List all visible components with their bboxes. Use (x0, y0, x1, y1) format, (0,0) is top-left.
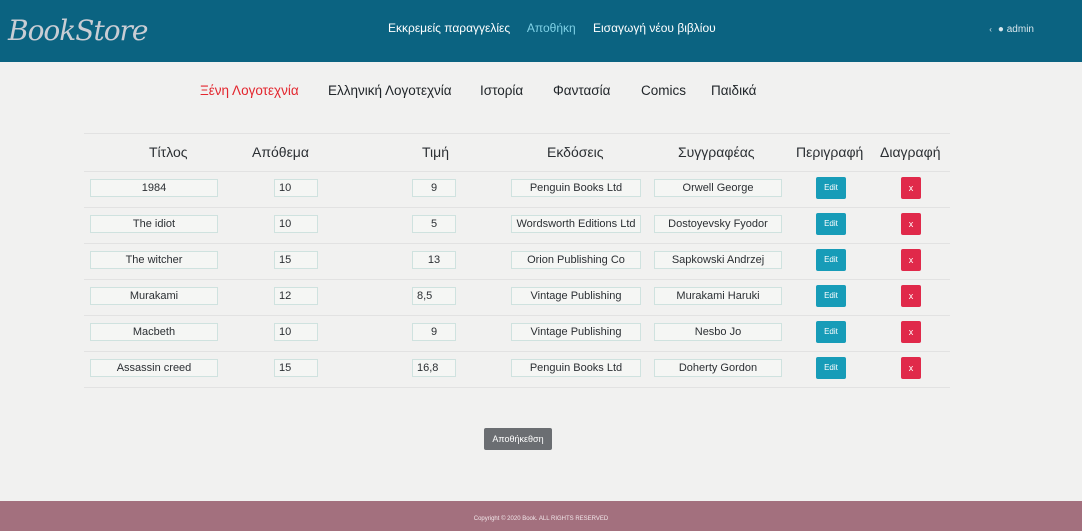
navbar: BookStore Εκκρεμείς παραγγελίες Αποθήκη … (0, 0, 1082, 62)
table-row: Assassin creed 15 16,8 Penguin Books Ltd… (84, 352, 950, 388)
category-children[interactable]: Παιδικά (711, 83, 756, 98)
title-input[interactable]: The witcher (90, 251, 218, 269)
publisher-input[interactable]: Vintage Publishing (511, 287, 641, 305)
stock-input[interactable]: 15 (274, 359, 318, 377)
author-input[interactable]: Sapkowski Andrzej (654, 251, 782, 269)
title-input[interactable]: Murakami (90, 287, 218, 305)
caret-left-icon: ‹ (989, 25, 992, 34)
title-input[interactable]: The idiot (90, 215, 218, 233)
edit-button[interactable]: Edit (816, 285, 846, 307)
table-header: Τίτλος Απόθεμα Τιμή Εκδόσεις Συγγραφέας … (84, 133, 950, 172)
publisher-input[interactable]: Penguin Books Ltd (511, 179, 641, 197)
price-input[interactable]: 16,8 (412, 359, 456, 377)
price-input[interactable]: 9 (412, 179, 456, 197)
books-table: Τίτλος Απόθεμα Τιμή Εκδόσεις Συγγραφέας … (84, 133, 950, 388)
title-input[interactable]: Macbeth (90, 323, 218, 341)
header-publisher: Εκδόσεις (547, 144, 604, 160)
save-button[interactable]: Αποθήκεθση (484, 428, 552, 450)
nav-link-pending-orders[interactable]: Εκκρεμείς παραγγελίες (388, 21, 510, 35)
edit-button[interactable]: Edit (816, 177, 846, 199)
category-history[interactable]: Ιστορία (480, 83, 523, 98)
publisher-input[interactable]: Wordsworth Editions Ltd (511, 215, 641, 233)
edit-button[interactable]: Edit (816, 321, 846, 343)
table-row: The idiot 10 5 Wordsworth Editions Ltd D… (84, 208, 950, 244)
delete-button[interactable]: x (901, 285, 921, 307)
price-input[interactable]: 13 (412, 251, 456, 269)
title-input[interactable]: Assassin creed (90, 359, 218, 377)
header-stock: Απόθεμα (252, 144, 309, 160)
copyright-text: Copyright © 2020 Book. ALL RIGHTS RESERV… (473, 516, 609, 522)
brand-logo[interactable]: BookStore (8, 14, 149, 47)
stock-input[interactable]: 10 (274, 179, 318, 197)
author-input[interactable]: Doherty Gordon (654, 359, 782, 377)
stock-input[interactable]: 10 (274, 215, 318, 233)
table-row: Murakami 12 8,5 Vintage Publishing Murak… (84, 280, 950, 316)
header-author: Συγγραφέας (678, 144, 755, 160)
header-description: Περιγραφή (796, 144, 864, 160)
category-fantasy[interactable]: Φαντασία (553, 83, 610, 98)
price-input[interactable]: 5 (412, 215, 456, 233)
nav-link-new-book[interactable]: Εισαγωγή νέου βιβλίου (593, 21, 716, 35)
author-input[interactable]: Murakami Haruki (654, 287, 782, 305)
user-icon: ● (997, 24, 1004, 35)
table-row: Macbeth 10 9 Vintage Publishing Nesbo Jo… (84, 316, 950, 352)
header-delete: Διαγραφή (880, 144, 941, 160)
stock-input[interactable]: 15 (274, 251, 318, 269)
delete-button[interactable]: x (901, 177, 921, 199)
edit-button[interactable]: Edit (816, 213, 846, 235)
publisher-input[interactable]: Orion Publishing Co (511, 251, 641, 269)
category-comics[interactable]: Comics (641, 83, 686, 98)
footer: Copyright © 2020 Book. ALL RIGHTS RESERV… (0, 501, 1082, 531)
publisher-input[interactable]: Vintage Publishing (511, 323, 641, 341)
edit-button[interactable]: Edit (816, 249, 846, 271)
header-price: Τιμή (422, 144, 449, 160)
title-input[interactable]: 1984 (90, 179, 218, 197)
author-input[interactable]: Dostoyevsky Fyodor (654, 215, 782, 233)
user-menu[interactable]: ‹ ● admin (989, 24, 1034, 35)
nav-link-warehouse[interactable]: Αποθήκη (527, 21, 576, 35)
category-menu: Ξένη Λογοτεχνία Ελληνική Λογοτεχνία Ιστο… (0, 83, 1082, 103)
stock-input[interactable]: 12 (274, 287, 318, 305)
delete-button[interactable]: x (901, 249, 921, 271)
nav-links: Εκκρεμείς παραγγελίες Αποθήκη Εισαγωγή ν… (388, 21, 730, 35)
header-title: Τίτλος (149, 144, 188, 160)
delete-button[interactable]: x (901, 357, 921, 379)
author-input[interactable]: Nesbo Jo (654, 323, 782, 341)
price-input[interactable]: 9 (412, 323, 456, 341)
category-foreign-literature[interactable]: Ξένη Λογοτεχνία (200, 83, 299, 98)
delete-button[interactable]: x (901, 213, 921, 235)
stock-input[interactable]: 10 (274, 323, 318, 341)
publisher-input[interactable]: Penguin Books Ltd (511, 359, 641, 377)
table-row: 1984 10 9 Penguin Books Ltd Orwell Georg… (84, 172, 950, 208)
price-input[interactable]: 8,5 (412, 287, 456, 305)
table-row: The witcher 15 13 Orion Publishing Co Sa… (84, 244, 950, 280)
author-input[interactable]: Orwell George (654, 179, 782, 197)
delete-button[interactable]: x (901, 321, 921, 343)
edit-button[interactable]: Edit (816, 357, 846, 379)
username: admin (1006, 24, 1034, 35)
category-greek-literature[interactable]: Ελληνική Λογοτεχνία (328, 83, 452, 98)
